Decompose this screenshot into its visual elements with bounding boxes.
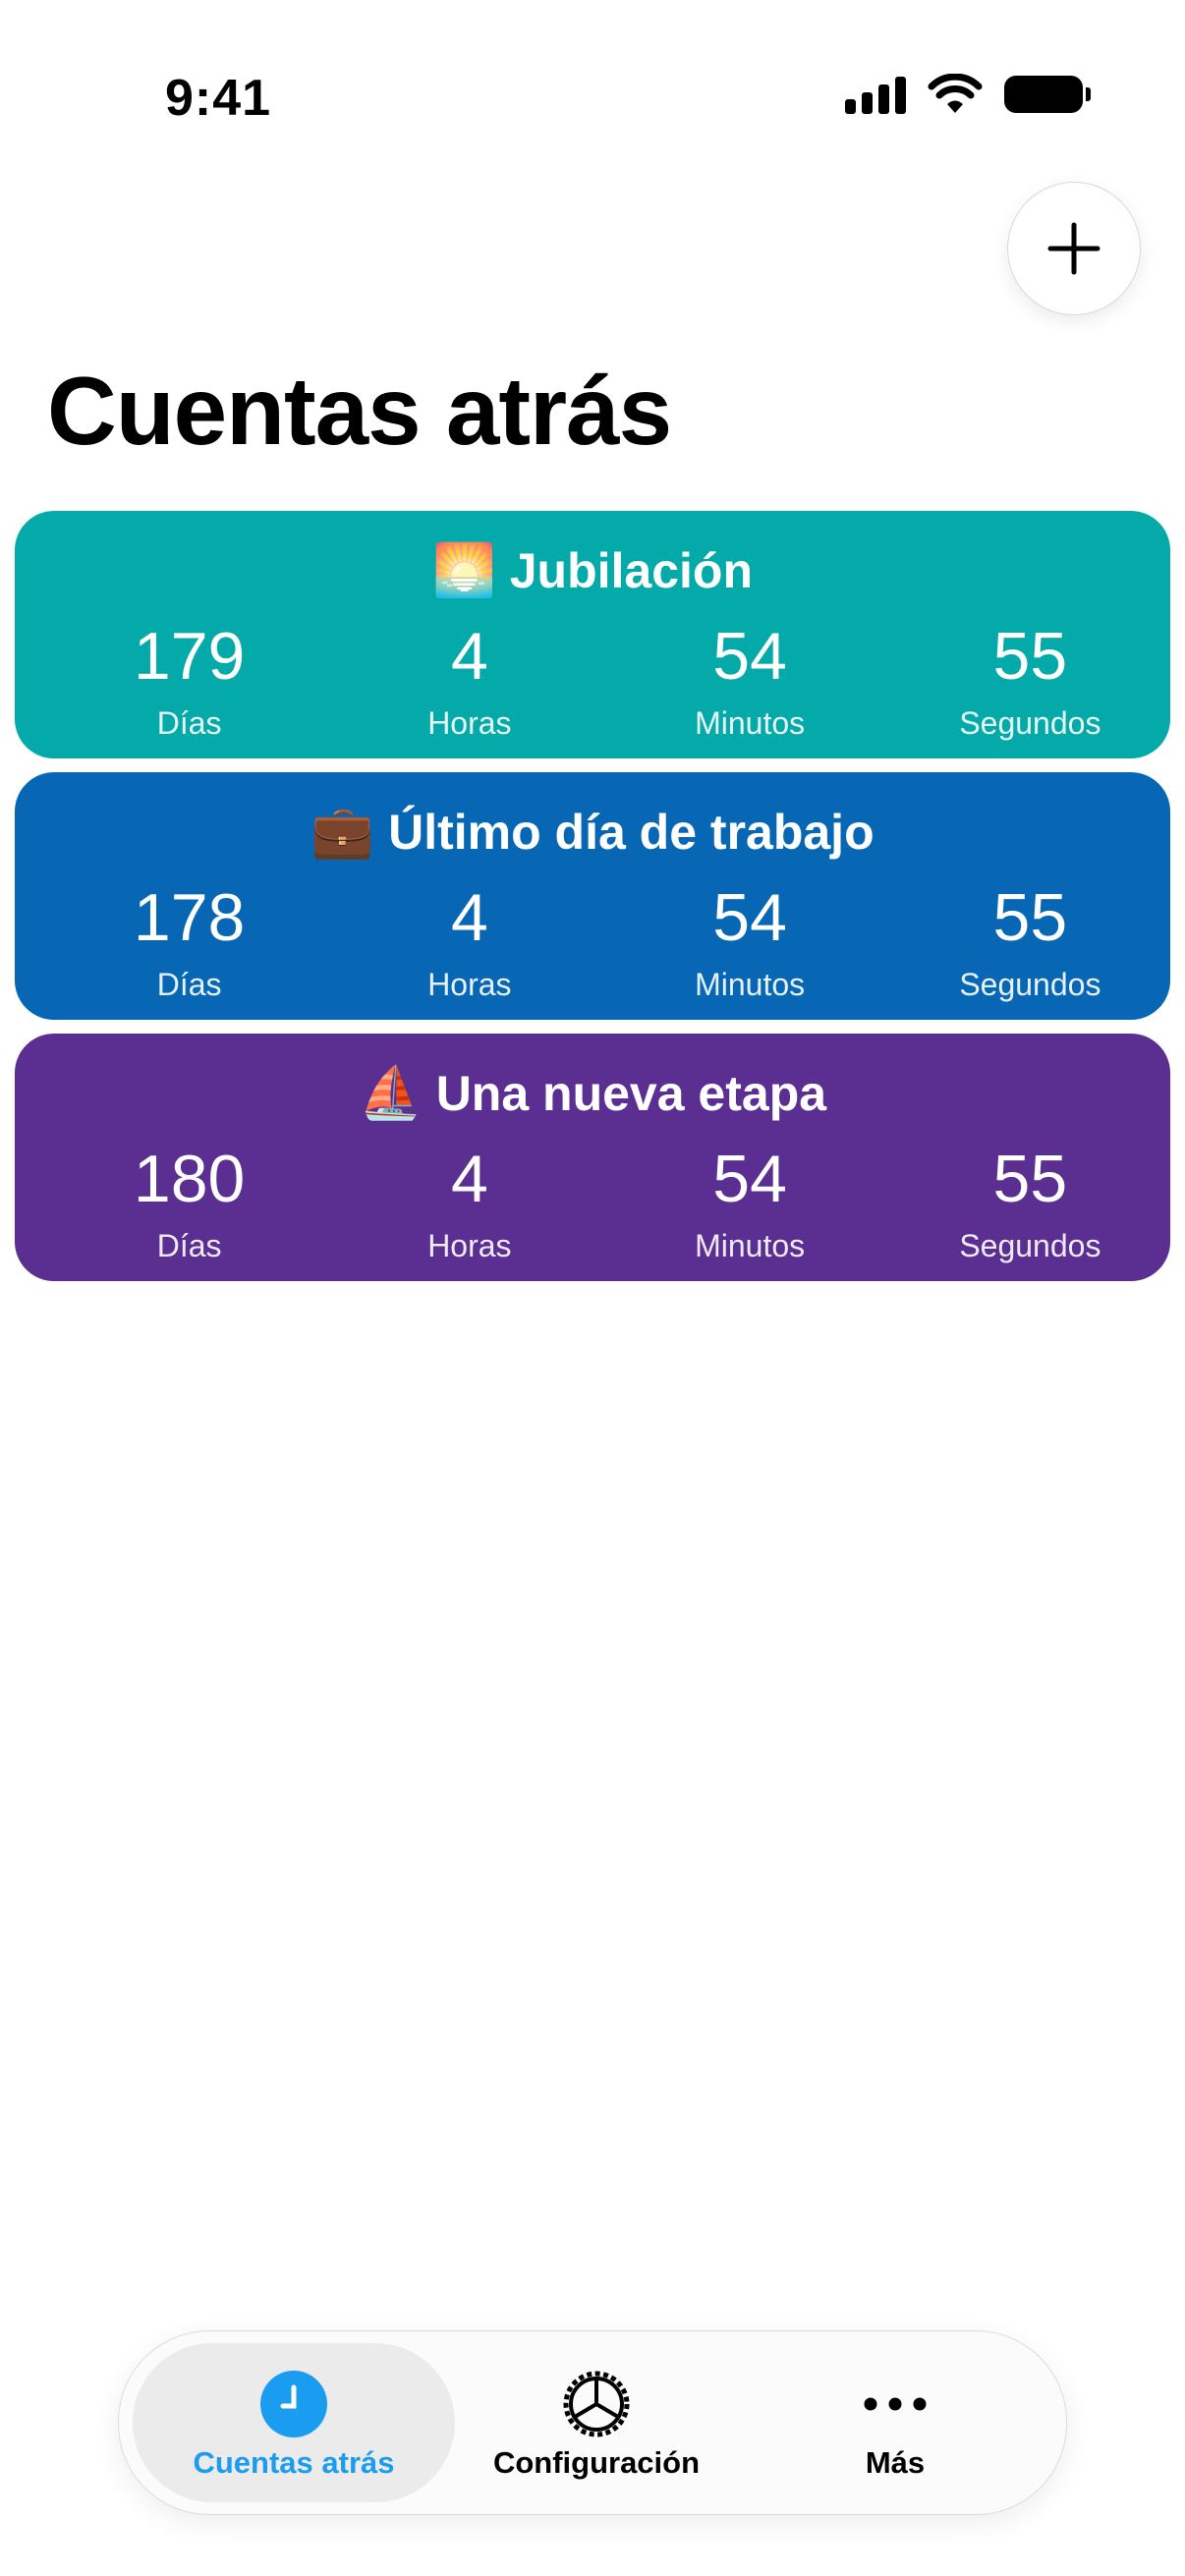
hours-unit: 4 Horas xyxy=(329,1140,609,1267)
seconds-label: Segundos xyxy=(959,705,1101,741)
days-label: Días xyxy=(156,1228,222,1263)
minutes-value: 54 xyxy=(712,1142,787,1216)
status-time: 9:41 xyxy=(165,70,272,127)
status-icons xyxy=(845,73,1091,116)
card-title-text: Jubilación xyxy=(509,542,753,598)
tab-settings[interactable]: Configuración xyxy=(449,2343,744,2502)
days-label: Días xyxy=(156,705,222,741)
seconds-label: Segundos xyxy=(959,1228,1101,1263)
battery-icon xyxy=(1004,76,1091,113)
countdown-units: 180 Días 4 Horas 54 Minutos 55 Segundos xyxy=(15,1140,1170,1267)
minutes-value: 54 xyxy=(712,619,787,694)
briefcase-icon: 💼 xyxy=(310,804,375,861)
hours-value: 4 xyxy=(450,880,488,955)
seconds-value: 55 xyxy=(992,619,1068,694)
countdown-card[interactable]: 🌅 Jubilación 179 Días 4 Horas 54 Minutos… xyxy=(15,511,1170,758)
minutes-unit: 54 Minutos xyxy=(610,617,890,745)
seconds-label: Segundos xyxy=(959,967,1101,1002)
card-title: 🌅 Jubilación xyxy=(15,540,1170,600)
hours-label: Horas xyxy=(427,1228,512,1263)
countdown-units: 178 Días 4 Horas 54 Minutos 55 Segundos xyxy=(15,878,1170,1006)
minutes-value: 54 xyxy=(712,880,787,955)
page-title: Cuentas atrás xyxy=(47,357,672,465)
hours-label: Horas xyxy=(427,967,512,1002)
minutes-unit: 54 Minutos xyxy=(610,878,890,1006)
days-label: Días xyxy=(156,967,222,1002)
days-unit: 178 Días xyxy=(49,878,329,1006)
hours-value: 4 xyxy=(450,1142,488,1216)
minutes-label: Minutos xyxy=(695,705,806,741)
card-title: ⛵ Una nueva etapa xyxy=(15,1063,1170,1123)
seconds-unit: 55 Segundos xyxy=(890,617,1170,745)
sailboat-icon: ⛵ xyxy=(358,1065,423,1122)
card-title: 💼 Último día de trabajo xyxy=(15,802,1170,862)
days-unit: 179 Días xyxy=(49,617,329,745)
tab-countdowns[interactable]: Cuentas atrás xyxy=(133,2343,455,2502)
seconds-value: 55 xyxy=(992,880,1068,955)
days-value: 179 xyxy=(133,619,246,694)
tab-more[interactable]: Más xyxy=(748,2343,1043,2502)
clock-icon xyxy=(259,2367,328,2441)
tab-label: Configuración xyxy=(492,2445,701,2480)
tab-label: Cuentas atrás xyxy=(193,2445,395,2480)
tab-bar: Cuentas atrás Configuración Más xyxy=(118,2330,1067,2515)
seconds-unit: 55 Segundos xyxy=(890,878,1170,1006)
countdown-units: 179 Días 4 Horas 54 Minutos 55 Segundos xyxy=(15,617,1170,745)
minutes-unit: 54 Minutos xyxy=(610,1140,890,1267)
minutes-label: Minutos xyxy=(695,967,806,1002)
minutes-label: Minutos xyxy=(695,1228,806,1263)
hours-unit: 4 Horas xyxy=(329,617,609,745)
card-title-text: Último día de trabajo xyxy=(388,804,875,860)
days-unit: 180 Días xyxy=(49,1140,329,1267)
hours-label: Horas xyxy=(427,705,512,741)
tab-label: Más xyxy=(865,2445,926,2480)
more-icon xyxy=(861,2367,930,2441)
plus-icon xyxy=(1047,222,1100,275)
hours-unit: 4 Horas xyxy=(329,878,609,1006)
card-title-text: Una nueva etapa xyxy=(435,1065,827,1121)
wifi-icon xyxy=(928,74,983,113)
countdown-card[interactable]: 💼 Último día de trabajo 178 Días 4 Horas… xyxy=(15,772,1170,1020)
add-countdown-button[interactable] xyxy=(1007,182,1141,315)
countdown-card[interactable]: ⛵ Una nueva etapa 180 Días 4 Horas 54 Mi… xyxy=(15,1034,1170,1281)
days-value: 178 xyxy=(133,880,246,955)
cellular-signal-icon xyxy=(845,75,906,114)
hours-value: 4 xyxy=(450,619,488,694)
seconds-value: 55 xyxy=(992,1142,1068,1216)
seconds-unit: 55 Segundos xyxy=(890,1140,1170,1267)
gear-icon xyxy=(558,2367,635,2441)
sunrise-icon: 🌅 xyxy=(431,542,496,599)
days-value: 180 xyxy=(133,1142,246,1216)
